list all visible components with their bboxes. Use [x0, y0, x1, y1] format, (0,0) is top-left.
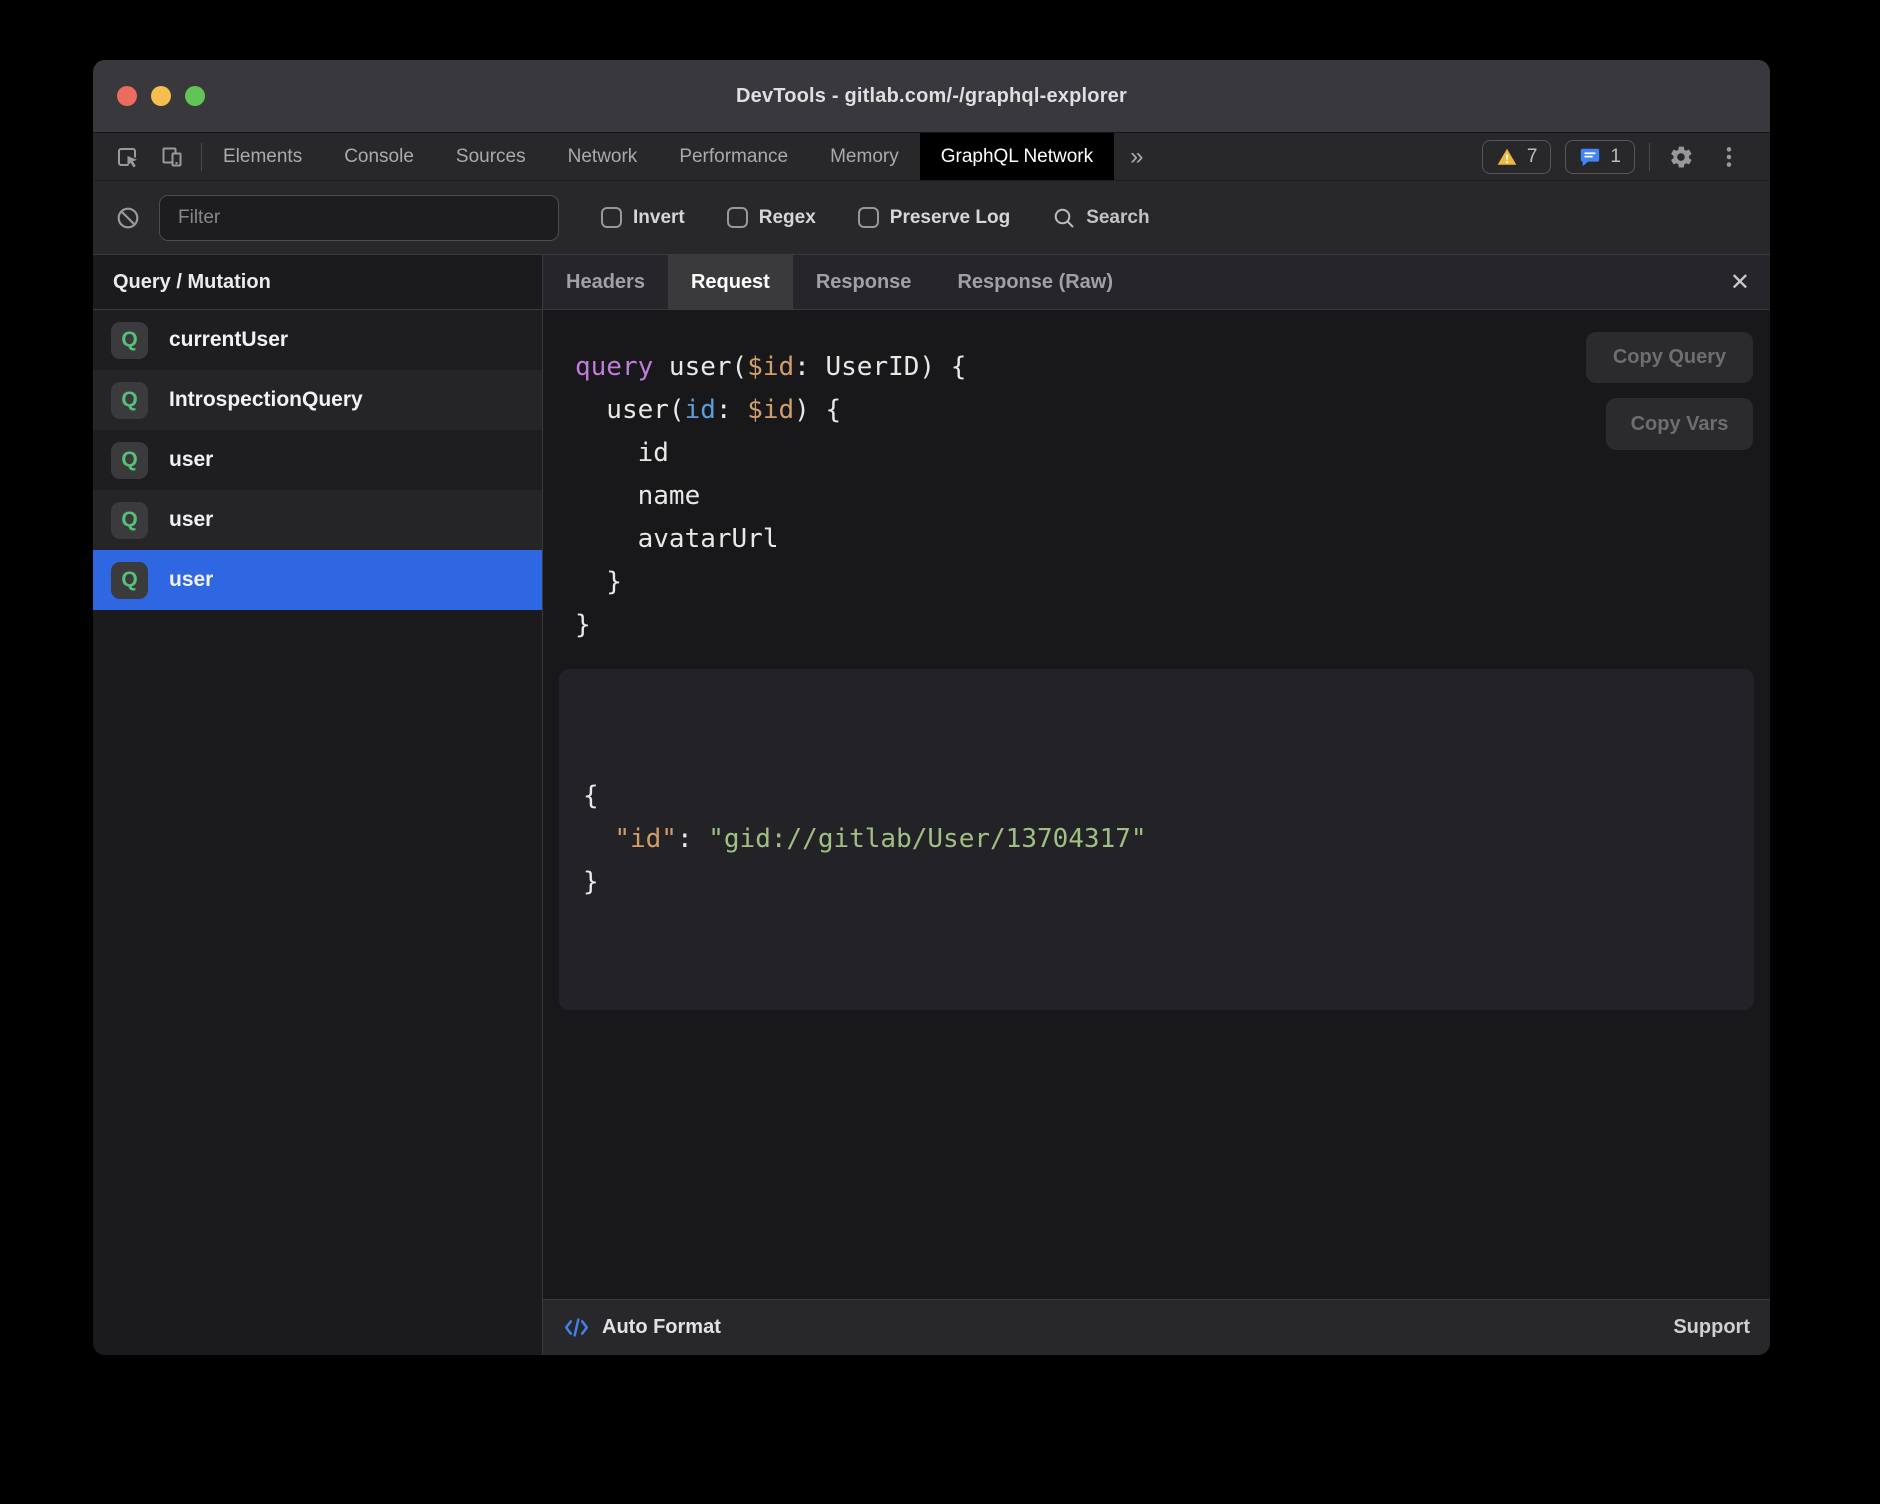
device-toolbar-icon[interactable]: [153, 140, 191, 174]
sidebar: Query / Mutation Q currentUser Q Introsp…: [93, 255, 543, 1355]
more-tabs-chevron[interactable]: »: [1114, 133, 1159, 180]
copy-vars-button[interactable]: Copy Vars: [1606, 398, 1753, 450]
query-type-badge: Q: [111, 562, 148, 599]
preserve-log-checkbox[interactable]: [858, 207, 879, 228]
tab-memory[interactable]: Memory: [809, 133, 920, 180]
detail-tabbar: Headers Request Response Response (Raw) …: [543, 255, 1770, 310]
query-list-item-user-2[interactable]: Q user: [93, 490, 542, 550]
tab-network[interactable]: Network: [547, 133, 659, 180]
support-link[interactable]: Support: [1673, 1316, 1750, 1339]
search-control[interactable]: Search: [1052, 206, 1149, 230]
tab-sources[interactable]: Sources: [435, 133, 547, 180]
titlebar: DevTools - gitlab.com/-/graphql-explorer: [93, 60, 1770, 133]
query-list-item-currentuser[interactable]: Q currentUser: [93, 310, 542, 370]
warning-count: 7: [1527, 146, 1538, 168]
devtools-window: DevTools - gitlab.com/-/graphql-explorer: [93, 60, 1770, 1355]
warnings-badge[interactable]: 7: [1482, 140, 1552, 174]
query-type-badge: Q: [111, 382, 148, 419]
sidebar-header: Query / Mutation: [93, 255, 542, 310]
query-type-badge: Q: [111, 442, 148, 479]
detail-footer: Auto Format Support: [543, 1299, 1770, 1355]
filter-toolbar: Invert Regex Preserve Log Search: [93, 181, 1770, 255]
clear-block-icon[interactable]: [115, 205, 141, 231]
warning-icon: [1496, 146, 1518, 168]
variables-box: { "id": "gid://gitlab/User/13704317"}: [559, 669, 1754, 1010]
toolbar-left-icons: [93, 133, 201, 180]
main-area: Query / Mutation Q currentUser Q Introsp…: [93, 255, 1770, 1355]
preserve-log-label: Preserve Log: [890, 207, 1010, 229]
request-panel: query user($id: UserID) { user(id: $id) …: [543, 310, 1770, 1299]
regex-checkbox[interactable]: [727, 207, 748, 228]
tab-request[interactable]: Request: [668, 255, 793, 309]
tab-console[interactable]: Console: [323, 133, 435, 180]
query-list-item-user-3-selected[interactable]: Q user: [93, 550, 542, 610]
preserve-log-checkbox-group[interactable]: Preserve Log: [858, 207, 1010, 229]
tab-performance[interactable]: Performance: [658, 133, 809, 180]
close-panel-icon[interactable]: ✕: [1710, 255, 1770, 309]
screen: DevTools - gitlab.com/-/graphql-explorer: [0, 0, 1880, 1504]
query-list-item-label: user: [169, 568, 213, 592]
inspect-element-icon[interactable]: [109, 140, 147, 174]
issues-count: 1: [1610, 146, 1621, 168]
tab-response-raw[interactable]: Response (Raw): [934, 255, 1136, 309]
settings-gear-icon[interactable]: [1664, 140, 1698, 174]
message-icon: [1579, 146, 1601, 168]
tab-response[interactable]: Response: [793, 255, 935, 309]
tab-graphql-network[interactable]: GraphQL Network: [920, 133, 1114, 180]
search-icon: [1052, 206, 1076, 230]
toolbar-right-divider: [1649, 143, 1650, 171]
query-type-badge: Q: [111, 322, 148, 359]
minimize-window-button[interactable]: [151, 86, 171, 106]
tab-headers[interactable]: Headers: [543, 255, 668, 309]
close-window-button[interactable]: [117, 86, 137, 106]
issues-badge[interactable]: 1: [1565, 140, 1635, 174]
query-list-item-label: user: [169, 448, 213, 472]
code-icon: [563, 1314, 590, 1341]
query-list-item-introspectionquery[interactable]: Q IntrospectionQuery: [93, 370, 542, 430]
variables-code: { "id": "gid://gitlab/User/13704317"}: [583, 775, 1730, 904]
invert-label: Invert: [633, 207, 685, 229]
auto-format-control[interactable]: Auto Format: [563, 1314, 721, 1341]
query-list-item-label: currentUser: [169, 328, 288, 352]
devtools-toolbar: Elements Console Sources Network Perform…: [93, 133, 1770, 181]
traffic-lights: [117, 60, 205, 132]
invert-checkbox-group[interactable]: Invert: [601, 207, 685, 229]
window-title: DevTools - gitlab.com/-/graphql-explorer: [93, 85, 1770, 108]
kebab-menu-icon[interactable]: [1712, 140, 1746, 174]
query-type-badge: Q: [111, 502, 148, 539]
detail-panel: Headers Request Response Response (Raw) …: [543, 255, 1770, 1355]
toolbar-right: 7 1: [1482, 133, 1770, 180]
maximize-window-button[interactable]: [185, 86, 205, 106]
invert-checkbox[interactable]: [601, 207, 622, 228]
tab-elements[interactable]: Elements: [202, 133, 323, 180]
copy-query-button[interactable]: Copy Query: [1586, 332, 1753, 383]
auto-format-label: Auto Format: [602, 1316, 721, 1339]
filter-input[interactable]: [159, 195, 559, 241]
query-list-item-label: user: [169, 508, 213, 532]
regex-checkbox-group[interactable]: Regex: [727, 207, 816, 229]
search-label: Search: [1086, 207, 1149, 229]
query-list-item-label: IntrospectionQuery: [169, 388, 363, 412]
query-list-item-user-1[interactable]: Q user: [93, 430, 542, 490]
regex-label: Regex: [759, 207, 816, 229]
